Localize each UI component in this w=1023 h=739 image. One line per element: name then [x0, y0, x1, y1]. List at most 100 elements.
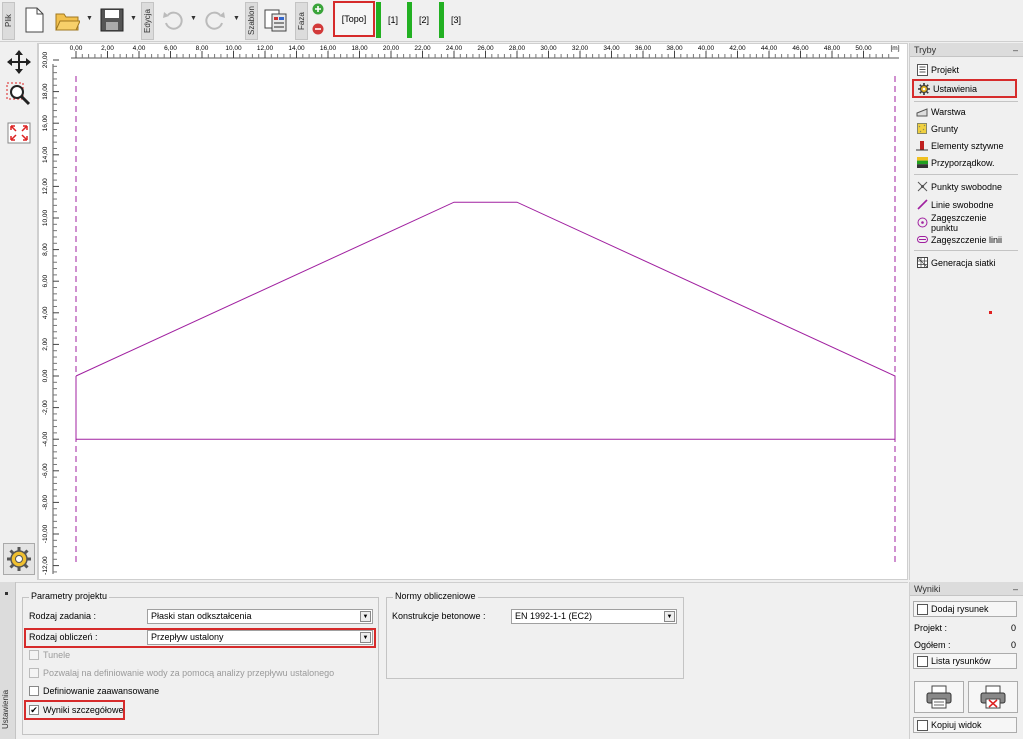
task-type-value: Płaski stan odkształcenia	[151, 611, 252, 621]
edycja-label[interactable]: Edycja	[141, 2, 154, 40]
separator	[914, 174, 1018, 175]
phase-indicator	[407, 2, 412, 38]
y-tick-label: -8,00	[42, 495, 49, 510]
checkbox-label: Definiowanie zaawansowane	[43, 686, 160, 696]
template-icon[interactable]	[261, 4, 291, 36]
fit-view-icon[interactable]	[6, 121, 32, 145]
checkbox-box[interactable]	[29, 668, 39, 678]
mode-item-grunty[interactable]: Grunty	[912, 120, 1016, 137]
water-by-flow-checkbox[interactable]: Pozwalaj na definiowanie wody za pomocą …	[29, 668, 334, 678]
copy-view-button[interactable]: Kopiuj widok	[913, 717, 1017, 733]
mode-label: Ustawienia	[933, 83, 978, 94]
add-phase-icon[interactable]	[312, 3, 324, 15]
x-tick-label: 46,00	[792, 45, 809, 52]
y-tick-label: 16,00	[42, 115, 49, 132]
undo-icon[interactable]	[158, 4, 188, 36]
phase-tab-topo[interactable]: [Topo]	[333, 1, 375, 37]
redo-icon[interactable]	[200, 4, 230, 36]
chevron-down-icon[interactable]: ▼	[360, 611, 371, 622]
mode-item-elementy-sztywne[interactable]: Elementy sztywne	[912, 137, 1016, 154]
x-tick-label: 20,00	[383, 45, 400, 52]
detailed-results-checkbox[interactable]: ✔ Wyniki szczegółowe	[29, 705, 123, 715]
minimize-icon[interactable]: –	[1013, 582, 1018, 596]
y-tick-label: 12,00	[42, 178, 49, 195]
print-export-button[interactable]	[968, 681, 1018, 713]
mode-item-przyporzadkow[interactable]: Przyporządkow.	[912, 154, 1016, 171]
y-tick-label: 8,00	[42, 243, 49, 256]
mode-label: Przyporządkow.	[931, 157, 995, 168]
mode-label: Warstwa	[931, 106, 966, 117]
settings-gear-icon[interactable]	[3, 543, 35, 575]
rigid-elements-icon	[916, 140, 928, 152]
printer-export-icon	[980, 685, 1006, 709]
checkbox-label: Pozwalaj na definiowanie wody za pomocą …	[43, 668, 335, 678]
tab-marker	[5, 592, 8, 595]
mode-item-linie-swobodne[interactable]: Linie swobodne	[912, 196, 1016, 213]
mode-item-zageszczenie-linii[interactable]: Zagęszczenie linii	[912, 231, 1016, 248]
mode-label: Grunty	[931, 123, 959, 134]
x-tick-label: 16,00	[320, 45, 337, 52]
terrain-profile[interactable]	[75, 201, 896, 440]
faza-label[interactable]: Faza	[295, 2, 308, 40]
total-count-value: 0	[1011, 640, 1017, 650]
print-button[interactable]	[914, 681, 964, 713]
free-points-icon	[916, 181, 928, 193]
advanced-definition-checkbox[interactable]: Definiowanie zaawansowane	[29, 686, 159, 696]
szablon-label[interactable]: Szablon	[245, 2, 258, 40]
separator	[914, 101, 1018, 102]
minimize-icon[interactable]: –	[1013, 43, 1018, 57]
mesh-generation-icon	[916, 257, 928, 269]
x-tick-label: 48,00	[824, 45, 841, 52]
tunnels-checkbox[interactable]: Tunele	[29, 650, 70, 660]
project-icon	[916, 63, 928, 76]
drawing-canvas[interactable]: 0,00 2,00 4,00 6,00 8,00 10,00 12,00 14,00 16,00…	[38, 43, 908, 580]
free-lines-icon	[916, 199, 928, 211]
check-icon[interactable]: ✔	[29, 705, 39, 715]
checkbox-box[interactable]	[29, 686, 39, 696]
chevron-down-icon[interactable]: ▼	[360, 632, 371, 643]
layer-icon	[916, 106, 928, 118]
calc-type-select[interactable]: Przepływ ustalony ▼	[147, 630, 373, 645]
save-dropdown-icon[interactable]: ▼	[130, 15, 138, 23]
results-panel: Wyniki – Dodaj rysunek Projekt : 0 Ogółe…	[909, 582, 1023, 739]
y-tick-label: 4,00	[42, 306, 49, 319]
canvas-svg[interactable]: 0,00 2,00 4,00 6,00 8,00 10,00 12,00 14,00 16,00…	[39, 44, 907, 579]
concrete-norm-select[interactable]: EN 1992-1-1 (EC2) ▼	[511, 609, 677, 624]
mode-item-warstwa[interactable]: Warstwa	[912, 103, 1016, 120]
checkbox-box[interactable]	[29, 650, 39, 660]
undo-dropdown-icon[interactable]: ▼	[190, 15, 198, 23]
mode-item-projekt[interactable]: Projekt	[912, 61, 1016, 78]
phase-tab-3[interactable]: [3]	[445, 4, 467, 36]
mode-item-ustawienia[interactable]: Ustawienia	[912, 79, 1017, 98]
settings-side-tab[interactable]: Ustawienia	[0, 582, 16, 739]
plik-label[interactable]: Plik	[2, 2, 15, 40]
x-tick-label: 50,00	[855, 45, 872, 52]
chevron-down-icon[interactable]: ▼	[664, 611, 675, 622]
list-drawings-button[interactable]: Lista rysunków	[913, 653, 1017, 669]
task-type-select[interactable]: Płaski stan odkształcenia ▼	[147, 609, 373, 624]
phase-tab-2[interactable]: [2]	[413, 4, 435, 36]
x-tick-label: 26,00	[477, 45, 494, 52]
task-type-label: Rodzaj zadania :	[29, 611, 97, 621]
add-drawing-button[interactable]: Dodaj rysunek	[913, 601, 1017, 617]
move-icon[interactable]	[6, 49, 32, 75]
mode-item-generacja-siatki[interactable]: Generacja siatki	[912, 254, 1016, 271]
results-header: Wyniki –	[910, 582, 1023, 596]
redo-dropdown-icon[interactable]: ▼	[233, 15, 241, 23]
y-tick-label: -2,00	[42, 400, 49, 415]
add-drawing-icon	[917, 603, 928, 615]
project-params-title: Parametry projektu	[29, 591, 110, 601]
open-folder-icon[interactable]	[52, 4, 82, 36]
mode-item-zageszczenie-punktu[interactable]: Zagęszczenie punktu	[912, 213, 1016, 233]
y-tick-label: 18,00	[42, 83, 49, 100]
phase-tab-1[interactable]: [1]	[382, 4, 404, 36]
mode-item-punkty-swobodne[interactable]: Punkty swobodne	[912, 178, 1016, 195]
open-dropdown-icon[interactable]: ▼	[86, 15, 94, 23]
zoom-icon[interactable]	[6, 81, 32, 107]
mode-label: Punkty swobodne	[931, 181, 1003, 192]
remove-phase-icon[interactable]	[312, 23, 324, 35]
save-icon[interactable]	[97, 4, 127, 36]
new-file-icon[interactable]	[19, 4, 49, 36]
concrete-norm-value: EN 1992-1-1 (EC2)	[515, 611, 593, 621]
x-tick-label: 18,00	[351, 45, 368, 52]
